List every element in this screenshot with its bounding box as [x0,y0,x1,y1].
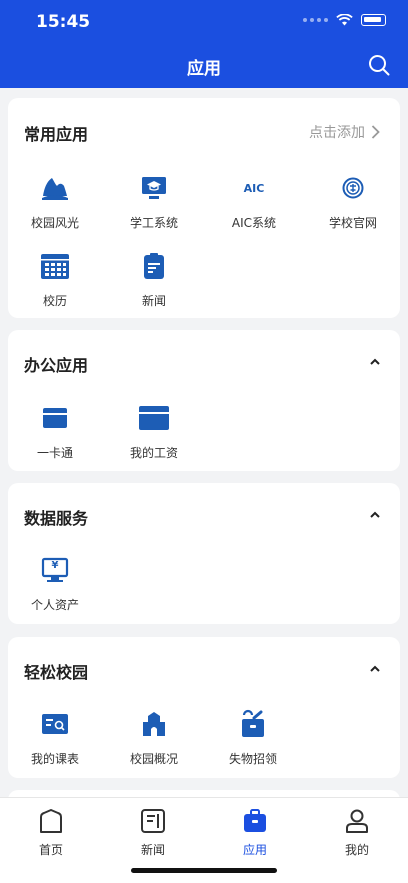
app-lost-and-found[interactable]: 失物招领 [207,706,299,767]
news-icon [141,809,165,833]
monitor-graduation-icon [136,170,172,206]
chevron-up-icon[interactable] [368,510,382,520]
tab-profile[interactable]: 我的 [317,808,397,858]
aic-icon-text: AIC [243,181,265,195]
app-my-schedule[interactable]: 我的课表 [9,706,101,767]
chevron-right-icon [371,125,380,139]
section-office-apps: 办公应用 一卡通 我的工资 [8,330,400,471]
home-indicator [131,868,277,873]
home-icon [40,809,62,833]
calendar-icon [37,248,73,284]
section-title: 办公应用 [24,356,89,375]
app-label: 学工系统 [129,216,178,230]
app-label: 一卡通 [36,446,73,460]
section-common-apps: 常用应用 点击添加 校园风光 学工系统 AIC AIC系统 学校官网 校历 新闻 [8,98,400,318]
section-easy-campus: 轻松校园 我的课表 校园概况 失物招领 [8,637,400,778]
app-aic-system[interactable]: AIC AIC系统 [208,170,300,231]
battery-icon [361,14,386,26]
app-school-calendar[interactable]: 校历 [9,248,101,309]
search-icon[interactable] [368,54,390,76]
tab-home[interactable]: 首页 [11,808,91,858]
app-campus-scenery[interactable]: 校园风光 [9,170,101,231]
status-icons [303,14,386,26]
app-personal-assets[interactable]: ¥ 个人资产 [9,552,101,613]
tab-apps[interactable]: 应用 [215,808,295,858]
monitor-yuan-icon: ¥ [37,552,73,588]
schedule-icon [37,706,73,742]
top-bar: 15:45 应用 [0,0,408,88]
app-campus-overview[interactable]: 校园概况 [108,706,200,767]
app-label: 校园风光 [30,216,79,230]
section-data-services: 数据服务 ¥ 个人资产 [8,483,400,624]
page-title: 应用 [187,59,221,79]
tab-news[interactable]: 新闻 [113,808,193,858]
chevron-up-icon[interactable] [368,664,382,674]
school-emblem-icon [335,170,371,206]
app-label: 我的工资 [129,446,178,460]
app-my-salary[interactable]: 我的工资 [108,400,200,461]
section-title: 常用应用 [24,125,89,144]
status-time: 15:45 [36,12,91,32]
yuan-icon-text: ¥ [51,560,59,571]
aic-text-icon: AIC [236,170,272,206]
section-title: 轻松校园 [24,663,89,682]
app-school-website[interactable]: 学校官网 [307,170,399,231]
app-label: 个人资产 [30,598,79,612]
tab-label: 首页 [38,843,63,857]
app-label: 新闻 [141,294,166,308]
card-icon [37,400,73,436]
app-campus-card[interactable]: 一卡通 [9,400,101,461]
app-news[interactable]: 新闻 [108,248,200,309]
app-label: 校园概况 [129,752,178,766]
tab-label: 新闻 [140,843,165,857]
apps-bag-icon [244,809,266,832]
app-student-affairs[interactable]: 学工系统 [108,170,200,231]
app-label: 失物招领 [228,752,277,766]
app-label: AIC系统 [231,216,277,230]
section-title: 数据服务 [24,509,89,528]
app-label: 学校官网 [328,216,377,230]
wifi-icon [336,14,353,26]
signal-icon [303,18,328,22]
campus-building-icon [136,706,172,742]
tab-label: 应用 [242,843,267,857]
add-apps-label: 点击添加 [309,125,365,141]
app-label: 校历 [42,294,67,308]
salary-card-icon [136,400,172,436]
app-label: 我的课表 [30,752,79,766]
lost-found-bag-icon [235,706,271,742]
tab-label: 我的 [344,843,369,857]
profile-icon [346,809,368,833]
landscape-icon [37,170,73,206]
chevron-up-icon[interactable] [368,357,382,367]
news-clipboard-icon [136,248,172,284]
add-apps-link[interactable]: 点击添加 [309,122,380,142]
